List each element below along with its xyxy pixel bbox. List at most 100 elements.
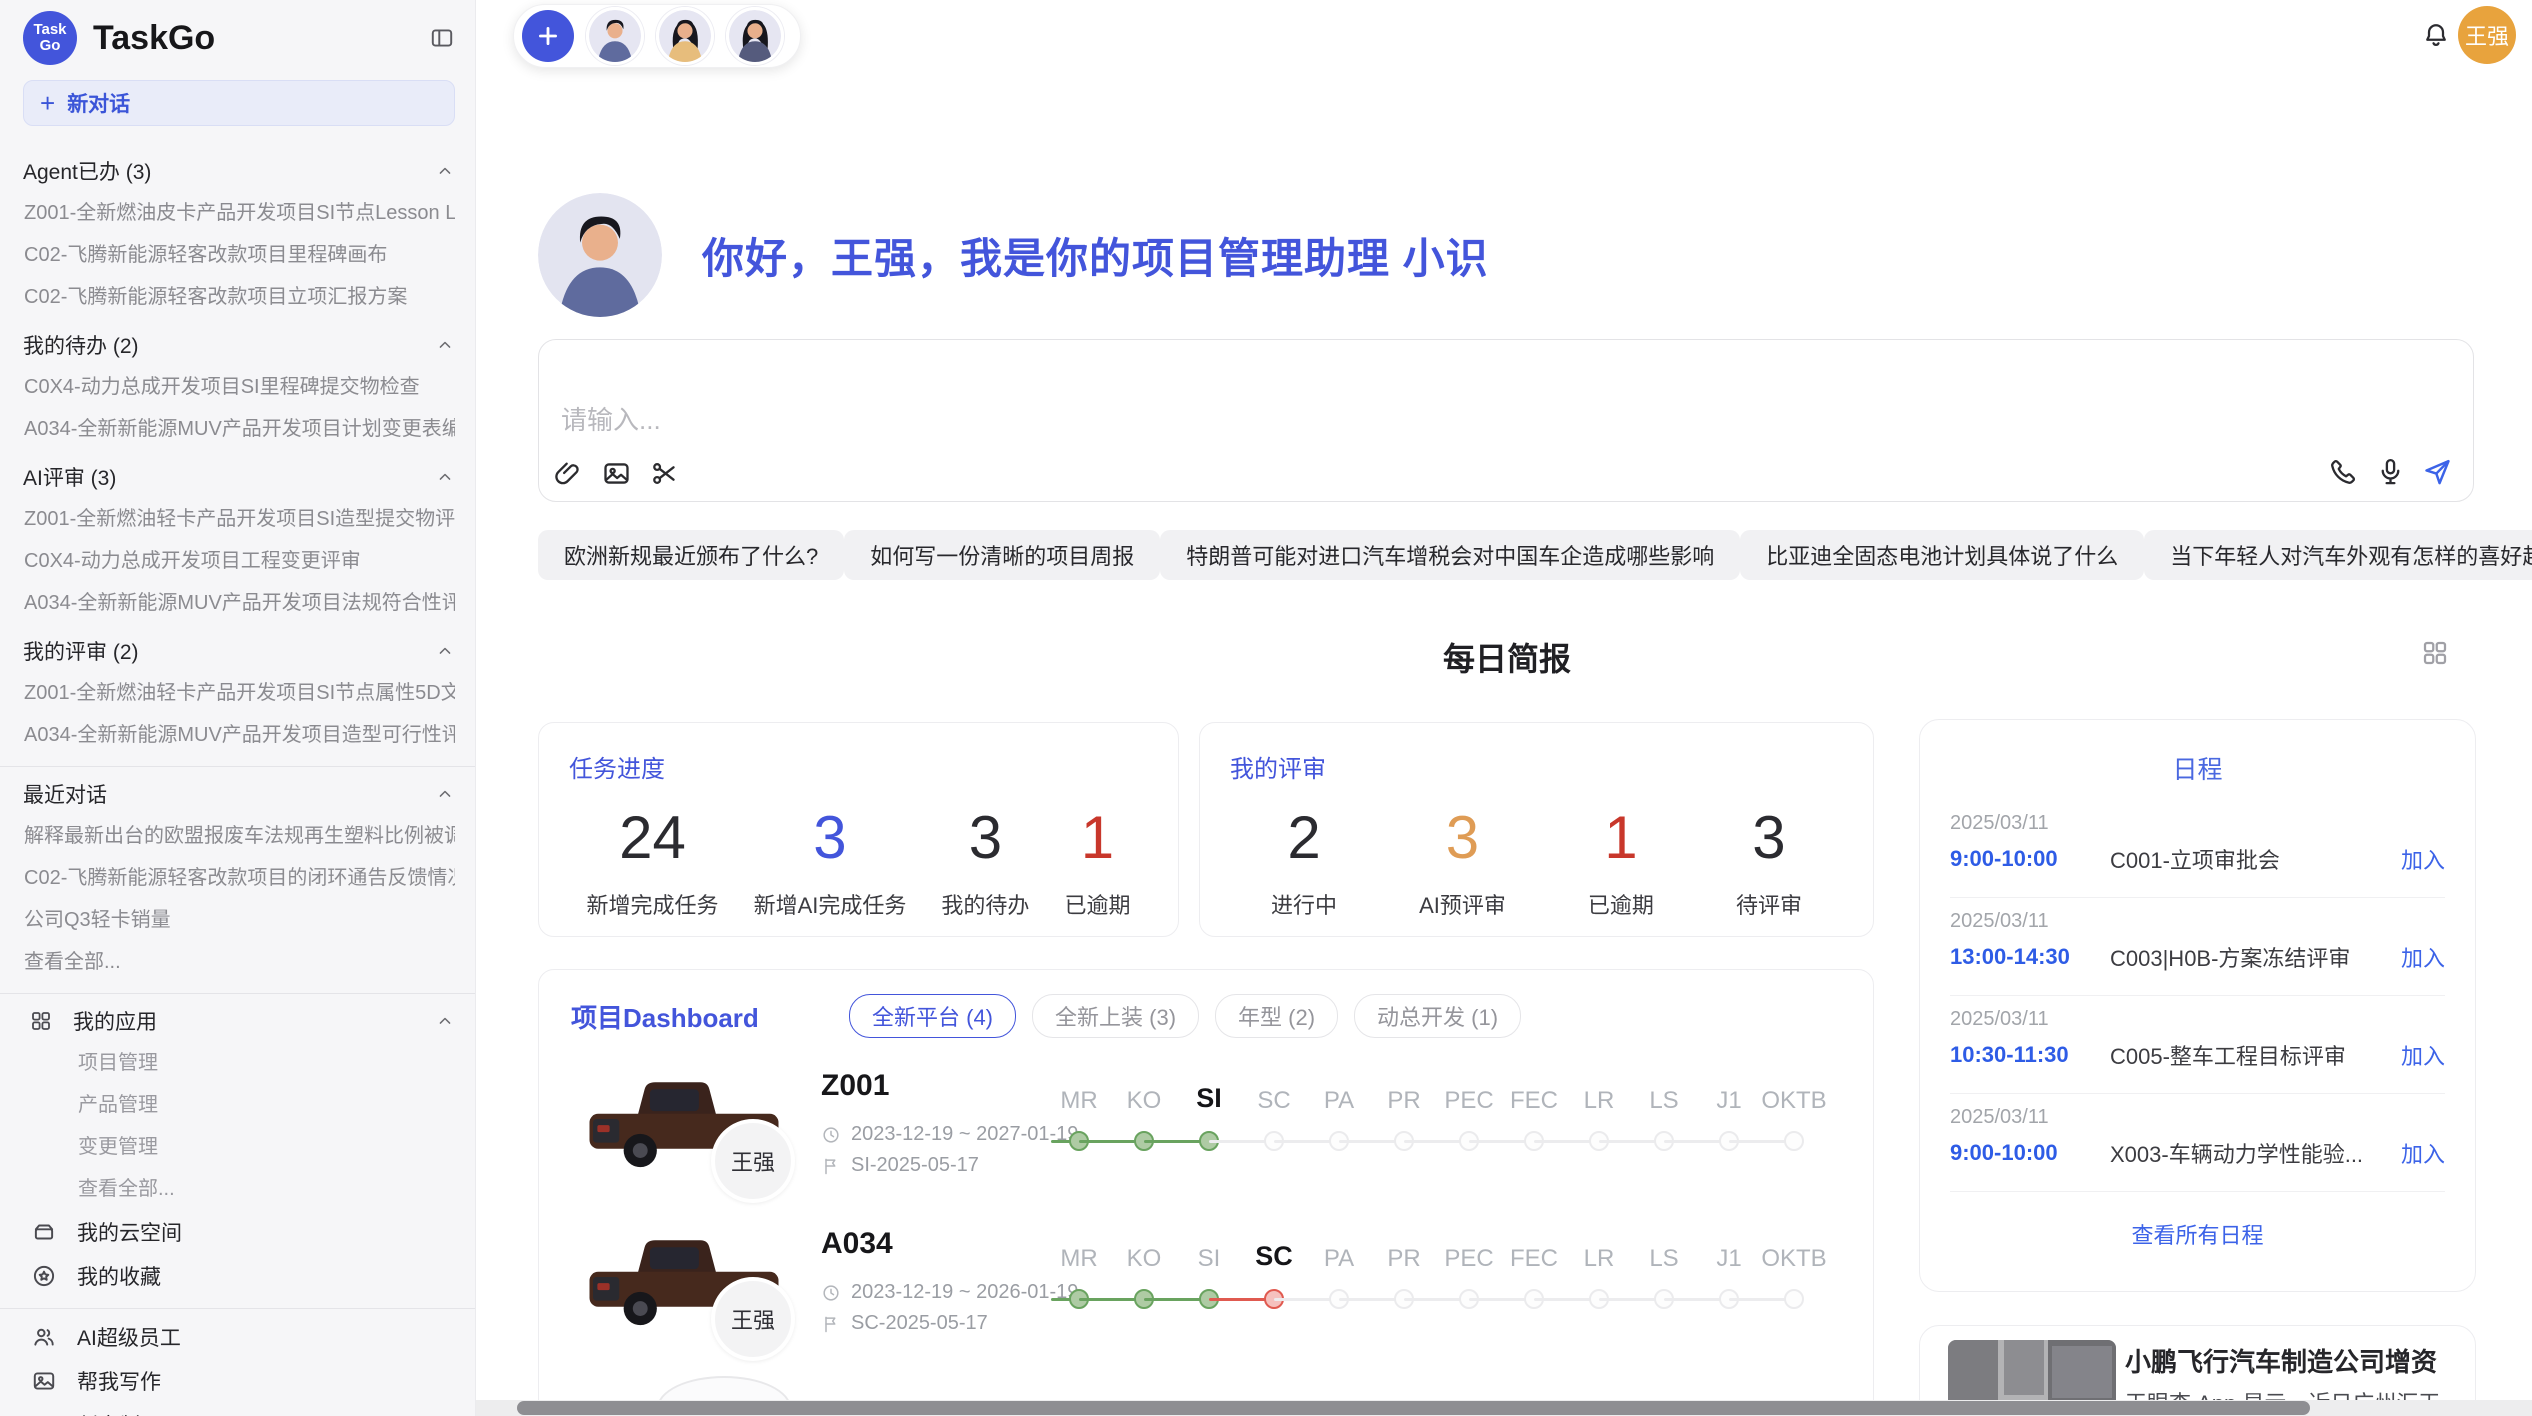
milestone-label-lr: LR — [1584, 1087, 1615, 1115]
conversation-item[interactable]: C02-飞腾新能源轻客改款项目立项汇报方案 — [23, 276, 455, 318]
sidebar-section-header[interactable]: AI评审 (3) — [23, 456, 455, 498]
agent-avatar-1[interactable] — [586, 7, 644, 65]
sidebar-section-title: AI评审 (3) — [23, 462, 435, 492]
join-link[interactable]: 加入 — [2401, 941, 2445, 973]
calendar-entry-title: C001-立项审批会 — [2110, 843, 2401, 875]
screenshot-icon[interactable] — [649, 458, 680, 489]
voice-call-icon[interactable] — [2328, 456, 2359, 487]
sidebar-item-box[interactable]: 我的云空间 — [23, 1210, 455, 1254]
chevron-up-icon — [435, 641, 455, 661]
sidebar-section-title: 我的待办 (2) — [23, 330, 435, 360]
suggestion-chip[interactable]: 比亚迪全固态电池计划具体说了什么 — [1740, 530, 2144, 580]
conversation-item[interactable]: C02-飞腾新能源轻客改款项目里程碑画布 — [23, 234, 455, 276]
stat-value: 3 — [1419, 802, 1506, 874]
project-owner-badge[interactable]: 王强 — [711, 1277, 795, 1361]
sidebar-tool-photo[interactable]: 帮我写作 — [23, 1359, 455, 1403]
milestone-track: MRKOSISCPAPRPECFECLRLSJ1OKTB — [1044, 1221, 1854, 1361]
notifications-bell-icon[interactable] — [2421, 20, 2451, 50]
flag-icon — [821, 1156, 841, 1176]
app-title: TaskGo — [93, 19, 429, 58]
conversation-item[interactable]: C0X4-动力总成开发项目SI里程碑提交物检查 — [23, 366, 455, 408]
dashboard-title: 项目Dashboard — [571, 998, 849, 1035]
project-flag: SC-2025-05-17 — [821, 1312, 988, 1335]
app-shortcut-item[interactable]: 项目管理 — [23, 1042, 455, 1084]
conversation-item[interactable]: A034-全新新能源MUV产品开发项目法规符合性评审 — [23, 582, 455, 624]
sidebar-section-header[interactable]: 我的评审 (2) — [23, 630, 455, 672]
app-shortcut-item[interactable]: 查看全部... — [23, 1168, 455, 1210]
recent-conversation-item[interactable]: 解释最新出台的欧盟报废车法规再生塑料比例被调至15%... — [23, 815, 455, 857]
attach-file-icon[interactable] — [553, 458, 584, 489]
attach-image-icon[interactable] — [601, 458, 632, 489]
milestone-dot-oktb[interactable] — [1784, 1131, 1804, 1151]
sidebar-section-header[interactable]: 我的待办 (2) — [23, 324, 455, 366]
stat-label: 已逾期 — [1588, 888, 1654, 920]
scrollbar-thumb[interactable] — [517, 1401, 2310, 1415]
dashboard-tab[interactable]: 全新上装 (3) — [1032, 994, 1199, 1038]
starbadge-icon — [31, 1263, 57, 1289]
agent-avatar-3[interactable] — [726, 7, 784, 65]
project-owner-badge[interactable]: 王强 — [711, 1119, 795, 1203]
dashboard-tab[interactable]: 年型 (2) — [1215, 994, 1338, 1038]
recent-conversation-item[interactable]: 公司Q3轻卡销量 — [23, 899, 455, 941]
user-avatar[interactable]: 王强 — [2458, 6, 2516, 64]
add-agent-button[interactable] — [522, 10, 574, 62]
conversation-item[interactable]: C0X4-动力总成开发项目工程变更评审 — [23, 540, 455, 582]
agent-avatar-2[interactable] — [656, 7, 714, 65]
project-code[interactable]: A034 — [821, 1227, 893, 1261]
suggestion-chip[interactable]: 如何写一份清晰的项目周报 — [844, 530, 1160, 580]
calendar-entry[interactable]: 2025/03/1110:30-11:30C005-整车工程目标评审加入 — [1950, 1008, 2445, 1094]
sidebar-section-header[interactable]: Agent已办 (3) — [23, 150, 455, 192]
conversation-item[interactable]: Z001-全新燃油皮卡产品开发项目SI节点Lesson Learn报告 — [23, 192, 455, 234]
calendar-entry[interactable]: 2025/03/119:00-10:00X003-车辆动力学性能验...加入 — [1950, 1106, 2445, 1192]
sidebar-tool-people[interactable]: AI超级员工 — [23, 1315, 455, 1359]
app-shortcut-item[interactable]: 产品管理 — [23, 1084, 455, 1126]
sidebar-header: Task Go TaskGo — [23, 10, 455, 66]
suggestion-chips: 欧洲新规最近颁布了什么?如何写一份清晰的项目周报特朗普可能对进口汽车增税会对中国… — [538, 530, 2476, 580]
dashboard-tab[interactable]: 全新平台 (4) — [849, 994, 1016, 1038]
calendar-title: 日程 — [1920, 750, 2475, 786]
photo-icon — [31, 1368, 57, 1394]
microphone-icon[interactable] — [2375, 456, 2406, 487]
new-chat-button[interactable]: + 新对话 — [23, 80, 455, 126]
divider — [1950, 1191, 2445, 1192]
conversation-item[interactable]: A034-全新新能源MUV产品开发项目计划变更表编写 — [23, 408, 455, 450]
app-shortcut-item[interactable]: 变更管理 — [23, 1126, 455, 1168]
layout-grid-icon[interactable] — [2420, 638, 2450, 668]
calendar-entry[interactable]: 2025/03/1113:00-14:30C003|H0B-方案冻结评审加入 — [1950, 910, 2445, 996]
recent-conversation-item[interactable]: C02-飞腾新能源轻客改款项目的闭环通告反馈情况 — [23, 857, 455, 899]
join-link[interactable]: 加入 — [2401, 1039, 2445, 1071]
join-link[interactable]: 加入 — [2401, 1137, 2445, 1169]
recent-conversation-item[interactable]: 查看全部... — [23, 941, 455, 983]
milestone-label-ko: KO — [1127, 1245, 1162, 1273]
suggestion-chip[interactable]: 当下年轻人对汽车外观有怎样的喜好趋势 — [2144, 530, 2532, 580]
join-link[interactable]: 加入 — [2401, 843, 2445, 875]
sidebar-item-my-apps[interactable]: 我的应用 — [23, 1000, 455, 1042]
chat-input[interactable] — [553, 392, 2169, 454]
project-row: 王强Z0012023-12-19 ~ 2027-01-19SI-2025-05-… — [539, 1057, 1873, 1215]
calendar-card: 日程 2025/03/119:00-10:00C001-立项审批会加入 2025/… — [1919, 719, 2476, 1292]
divider — [0, 766, 476, 767]
send-icon[interactable] — [2422, 456, 2453, 487]
chevron-up-icon — [435, 467, 455, 487]
milestone-label-si: SI — [1196, 1083, 1222, 1114]
conversation-item[interactable]: Z001-全新燃油轻卡产品开发项目SI造型提交物评审 — [23, 498, 455, 540]
stat-value: 3 — [754, 802, 907, 874]
project-code[interactable]: Z001 — [821, 1069, 889, 1103]
milestone-label-sc: SC — [1257, 1087, 1290, 1115]
conversation-item[interactable]: Z001-全新燃油轻卡产品开发项目SI节点属性5D文件评审 — [23, 672, 455, 714]
assistant-avatar — [538, 193, 662, 317]
calendar-entry[interactable]: 2025/03/119:00-10:00C001-立项审批会加入 — [1950, 812, 2445, 898]
view-all-schedule-link[interactable]: 查看所有日程 — [1920, 1218, 2475, 1250]
sidebar-item-label: 我的云空间 — [77, 1217, 182, 1247]
suggestion-chip[interactable]: 特朗普可能对进口汽车增税会对中国车企造成哪些影响 — [1160, 530, 1740, 580]
collapse-sidebar-icon[interactable] — [429, 25, 455, 51]
suggestion-chip[interactable]: 欧洲新规最近颁布了什么? — [538, 530, 844, 580]
dashboard-tab[interactable]: 动总开发 (1) — [1354, 994, 1521, 1038]
sidebar-item-starbadge[interactable]: 我的收藏 — [23, 1254, 455, 1298]
dashboard-header: 项目Dashboard 全新平台 (4) 全新上装 (3) 年型 (2) 动总开发 (… — [539, 970, 1873, 1038]
milestone-dot-oktb[interactable] — [1784, 1289, 1804, 1309]
sidebar-section-header[interactable]: 最近对话 — [23, 773, 455, 815]
conversation-item[interactable]: A034-全新新能源MUV产品开发项目造型可行性评审 — [23, 714, 455, 756]
project-flag-text: SI-2025-05-17 — [851, 1154, 979, 1177]
sidebar-tool-pen[interactable]: 创意制图 — [23, 1403, 455, 1416]
